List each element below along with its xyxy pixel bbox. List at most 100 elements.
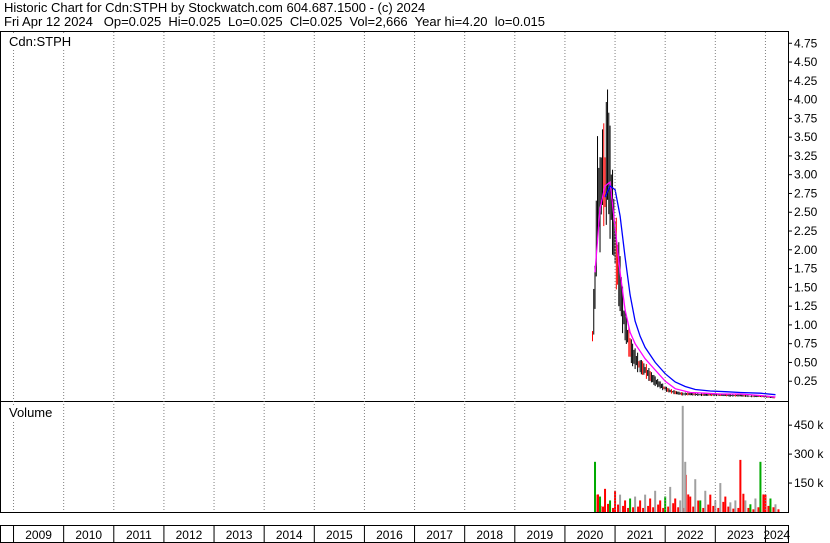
price-y-tick-label: 2.50 [794,205,818,219]
price-y-tick-label: 3.50 [794,130,818,144]
volume-bar [774,504,777,512]
volume-bar [729,502,732,512]
price-y-tick-label: 4.50 [794,55,818,69]
volume-bar [732,508,735,512]
price-y-tick-label: 4.75 [794,36,818,50]
volume-bar [599,496,602,512]
volume-bar [639,500,642,512]
volume-bar [637,506,640,512]
volume-bar [634,496,637,512]
volume-bar [622,505,625,512]
volume-bar [619,494,622,512]
volume-bar [702,507,705,512]
volume-bar [757,507,760,512]
volume-bar [681,405,684,512]
price-y-tick-label: 0.25 [794,374,818,388]
price-panel-label: Cdn:STPH [8,34,73,49]
volume-bar [672,503,675,512]
volume-bar [669,486,672,512]
volume-bar [607,503,610,512]
chart-header-quote: Fri Apr 12 2024 Op=0.025 Hi=0.025 Lo=0.0… [4,14,546,29]
volume-bar [737,507,740,512]
volume-y-tick-label: 150 k [794,476,824,490]
volume-y-axis: 150 k 300 k 450 k [788,418,824,490]
volume-bar [752,509,755,512]
price-y-tick-label: 1.00 [794,318,818,332]
volume-bar [596,494,599,512]
chart-header-title: Historic Chart for Cdn:STPH by Stockwatc… [4,0,426,15]
volume-bar [727,506,730,512]
volume-bar [689,496,692,512]
volume-bar [612,507,615,512]
volume-bar [754,498,757,512]
volume-bar [769,498,772,512]
volume-bar [652,507,655,512]
volume-bar [762,494,765,512]
price-y-tick-label: 1.50 [794,280,818,294]
year-label: 2010 [75,528,102,542]
chart-canvas: 0.25 0.50 0.75 1.00 1.25 1.50 1.75 2.00 2.25 2.50… [0,31,824,543]
volume-bar [594,461,597,512]
year-label: 2009 [25,528,52,542]
volume-bar [629,498,632,512]
price-y-axis: 0.25 0.50 0.75 1.00 1.25 1.50 1.75 2.00 2.25 2.50… [788,36,818,388]
year-label: 2021 [627,528,654,542]
volume-panel-label: Volume [8,405,54,420]
volume-bar [712,505,715,512]
volume-bar [679,500,682,512]
volume-bar [624,500,627,512]
volume-bar [642,507,645,512]
volume-bar [687,494,690,512]
year-label: 2024 [763,528,790,542]
volume-bar [719,483,722,512]
year-label: 2011 [126,528,152,542]
volume-bar [647,505,650,512]
year-label: 2017 [426,528,453,542]
volume-bar [704,490,707,512]
volume-bar [617,504,620,512]
volume-bar [699,500,702,512]
volume-bar [604,488,607,512]
year-label: 2020 [577,528,604,542]
volume-bar [739,459,742,512]
volume-bar [694,479,697,512]
price-y-tick-label: 1.75 [794,262,818,276]
volume-bar [684,461,687,512]
price-y-tick-label: 2.00 [794,243,818,257]
year-label: 2022 [677,528,704,542]
volume-bar [759,461,762,512]
price-y-tick-label: 4.00 [794,93,818,107]
year-label: 2018 [476,528,503,542]
volume-bar [602,506,605,512]
volume-bar [767,505,770,512]
volume-y-tick-label: 450 k [794,418,824,432]
volume-bar [749,504,752,512]
volume-y-tick-label: 300 k [794,447,824,461]
volume-bar [649,498,652,512]
volume-bar [662,507,665,512]
price-y-tick-label: 3.75 [794,111,818,125]
volume-bar [609,500,612,512]
volume-bar [717,507,720,512]
volume-bar [744,500,747,512]
volume-bar [614,490,617,512]
volume-bar [709,494,712,512]
volume-bar [742,493,745,512]
volume-bar [692,506,695,512]
volume-bar [659,500,662,512]
year-label: 2013 [226,528,253,542]
price-y-tick-label: 0.75 [794,337,818,351]
volume-bar [632,507,635,512]
volume-bar [644,494,647,512]
year-label: 2015 [326,528,353,542]
volume-bar [724,496,727,512]
price-panel-frame [0,31,789,402]
volume-bar [772,507,775,512]
volume-bar [777,509,780,512]
price-y-tick-label: 0.50 [794,355,818,369]
volume-bar [734,500,737,512]
volume-bar [674,498,677,512]
volume-bar [677,507,680,512]
volume-bar [654,490,657,512]
volume-bar [627,507,630,512]
